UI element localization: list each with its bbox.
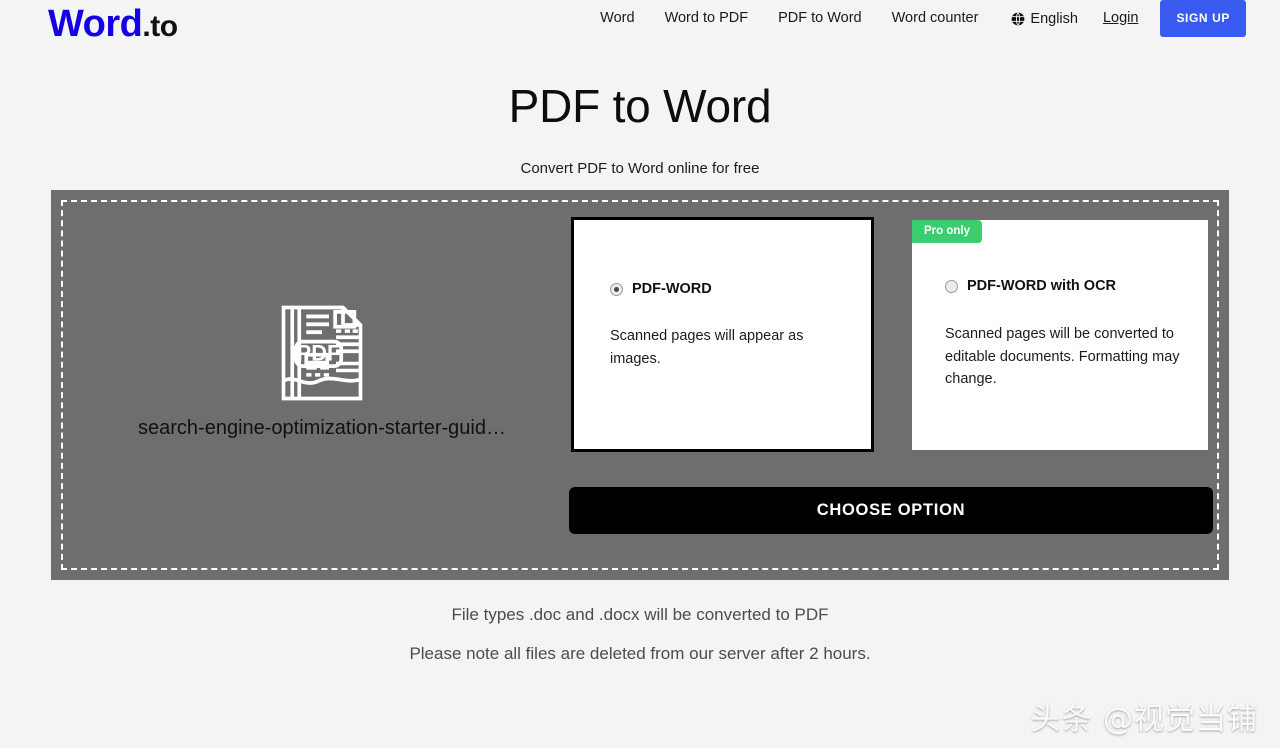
option-label-pdf-word-ocr: PDF-WORD with OCR [967,278,1117,294]
nav-item-word-counter[interactable]: Word counter [877,0,994,37]
file-dropzone[interactable]: PDF search-engine-optimization-starter-g… [51,190,1229,580]
nav-item-pdf-to-word[interactable]: PDF to Word [763,0,877,37]
file-preview: PDF search-engine-optimization-starter-g… [77,297,567,440]
option-description-pdf-word: Scanned pages will appear as images. [610,328,804,367]
radio-pdf-word[interactable] [610,282,623,296]
site-header: Word.to Word Word to PDF PDF to Word Wor… [0,0,1280,56]
login-link[interactable]: Login [1091,0,1150,37]
dropzone-dashed-border: PDF search-engine-optimization-starter-g… [61,200,1219,570]
page-subtitle: Convert PDF to Word online for free [520,160,760,177]
nav-item-word-to-pdf[interactable]: Word to PDF [650,0,764,37]
language-selector[interactable]: English [993,11,1091,27]
option-header-pdf-word-ocr: PDF-WORD with OCR [945,278,1116,294]
watermark: 头条 @视觉当铺 [1030,702,1258,737]
option-card-pdf-word-ocr[interactable]: Pro only PDF-WORD with OCR Scanned pages… [912,220,1208,450]
nav-item-word[interactable]: Word [585,0,649,37]
option-card-pdf-word[interactable]: PDF-WORD Scanned pages will appear as im… [571,217,874,452]
note-file-deletion: Please note all files are deleted from o… [409,644,871,663]
page-root: Word.to Word Word to PDF PDF to Word Wor… [0,0,1280,748]
option-description-pdf-word-ocr: Scanned pages will be converted to edita… [945,326,1180,387]
logo-word: Word [48,3,143,45]
option-label-pdf-word: PDF-WORD [632,281,712,297]
pdf-file-icon: PDF [281,305,363,401]
language-label: English [1030,10,1078,27]
option-header-pdf-word: PDF-WORD [610,281,712,297]
main-navigation: Word Word to PDF PDF to Word Word counte… [585,0,1246,37]
signup-button[interactable]: SIGN UP [1160,0,1246,37]
site-logo[interactable]: Word.to [48,2,178,49]
globe-icon [1012,11,1025,26]
page-title: PDF to Word [508,80,772,132]
pdf-icon-label: PDF [297,341,341,366]
choose-option-button[interactable]: CHOOSE OPTION [569,487,1213,534]
note-file-types: File types .doc and .docx will be conver… [451,605,829,624]
uploaded-file-name: search-engine-optimization-starter-guid… [138,417,506,439]
pro-only-badge: Pro only [912,220,983,243]
radio-pdf-word-ocr[interactable] [945,279,958,293]
logo-suffix: .to [142,10,178,43]
